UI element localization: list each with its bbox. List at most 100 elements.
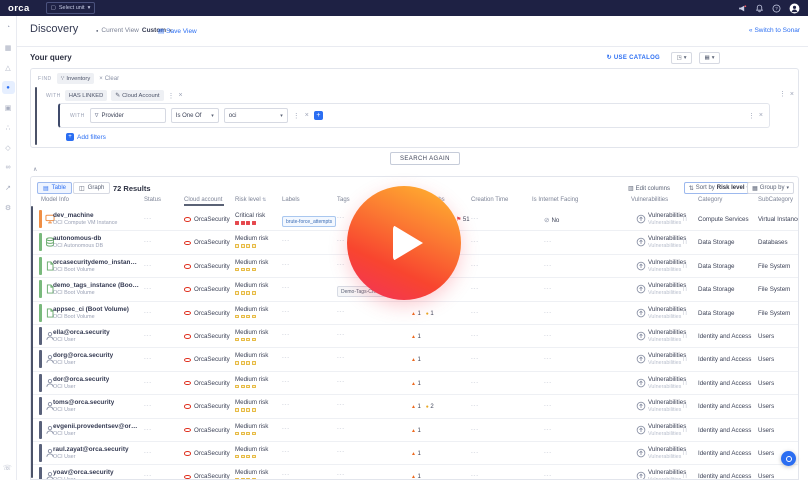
sidebar-item-attack-paths[interactable]: ∴ <box>2 121 15 134</box>
export-dropdown-button[interactable]: ◳ ▾ <box>671 52 692 64</box>
category-cell: Identity and Access <box>698 403 752 411</box>
table-row[interactable]: evgenii.provedentsev@orca.secur...OCI Us… <box>31 419 798 442</box>
video-play-button[interactable] <box>347 186 461 300</box>
more-options-icon[interactable]: ⋮ <box>293 112 300 120</box>
sidebar-item-assets[interactable]: ▦ <box>2 41 15 54</box>
sidebar-item-settings[interactable]: ⚙ <box>2 201 15 214</box>
tab-graph[interactable]: ◫ Graph <box>73 182 111 194</box>
risk-level-cell: Critical risk <box>235 212 265 225</box>
asset-model-info: raul.zayat@orca.security OCI User <box>53 445 129 460</box>
table-row[interactable]: ella@orca.security OCI User --- OrcaSecur… <box>31 325 798 349</box>
table-row[interactable]: raul.zayat@orca.security OCI User --- Orc… <box>31 442 798 466</box>
risk-level-cell: Medium risk <box>235 235 268 248</box>
vulnerabilities-cell: VulnerabilitiesVulnerabilities <box>648 399 687 414</box>
column-header-creation-time[interactable]: Creation Time <box>471 197 508 203</box>
table-row[interactable]: toms@orca.security OCI User --- OrcaSecur… <box>31 395 798 419</box>
value-select[interactable]: oci ▾ <box>223 108 288 123</box>
graph-icon: ◫ <box>79 185 85 192</box>
group-by-dropdown[interactable]: ▦ Group by ▾ <box>747 182 794 194</box>
help-icon[interactable]: ? <box>772 4 781 13</box>
filter-condition-row: WITH ∇ Provider Is One Of ▾ oci ▾ ⋮ × + … <box>58 103 770 128</box>
use-catalog-button[interactable]: ↻ USE CATALOG <box>606 54 660 62</box>
operator-select[interactable]: Is One Of ▾ <box>170 108 219 123</box>
vulnerabilities-icon <box>636 471 646 480</box>
tab-table[interactable]: ▤ Table <box>37 182 73 194</box>
outer-condition-controls: ⋮ × <box>779 90 794 99</box>
column-header-tags[interactable]: Tags <box>337 197 350 203</box>
support-icon[interactable]: ☏ <box>3 464 12 472</box>
column-header-labels[interactable]: Labels <box>282 197 300 203</box>
expand-icon[interactable]: ∷ <box>683 286 687 293</box>
layout-dropdown-button[interactable]: ▦ ▾ <box>699 52 720 64</box>
collapse-chevron-icon[interactable]: ∧ <box>33 166 37 173</box>
vulnerabilities-cell: VulnerabilitiesVulnerabilities <box>648 469 687 479</box>
expand-icon[interactable]: ∷ <box>683 263 687 270</box>
filter-field-input[interactable]: ∇ Provider <box>89 108 166 123</box>
table-row[interactable]: dor@orca.security OCI User --- OrcaSecuri… <box>31 372 798 396</box>
sidebar-item-compliance[interactable]: ◇ <box>2 141 15 154</box>
switch-to-sonar-link[interactable]: « Switch to Sonar <box>749 27 800 34</box>
user-avatar[interactable] <box>789 3 800 14</box>
risk-stripe <box>39 256 42 275</box>
column-header-status[interactable]: Status <box>144 197 161 203</box>
expand-icon[interactable]: ∷ <box>683 356 687 363</box>
sidebar-item-discovery[interactable]: ● <box>1 81 15 94</box>
columns-icon: ▥ <box>627 186 634 192</box>
table-scrollbar[interactable] <box>31 206 33 478</box>
expand-icon[interactable]: ∷ <box>683 239 687 246</box>
expand-icon[interactable]: ∷ <box>683 310 687 317</box>
svg-text:?: ? <box>775 6 778 11</box>
column-header-category[interactable]: Category <box>698 197 722 203</box>
sidebar-item-observations[interactable]: ∞ <box>2 161 15 174</box>
select-unit-dropdown[interactable]: ▢ Select unit ▾ <box>45 2 96 14</box>
expand-icon[interactable]: ∷ <box>683 473 687 479</box>
more-options-icon[interactable]: ⋮ <box>748 112 755 120</box>
save-view-button[interactable]: ▤ Save View <box>158 27 197 36</box>
sidebar-item-inventory[interactable]: ▣ <box>2 101 15 114</box>
expand-icon[interactable]: ∷ <box>683 450 687 457</box>
orca-logo: orca <box>8 2 30 14</box>
column-header-subcategory[interactable]: SubCategory <box>758 197 793 203</box>
expand-icon[interactable]: ∷ <box>683 216 687 223</box>
clear-button[interactable]: × Clear <box>99 76 119 82</box>
remove-condition-icon[interactable]: × <box>179 92 183 99</box>
table-row[interactable]: dorg@orca.security OCI User --- OrcaSecur… <box>31 348 798 372</box>
column-header-model-info[interactable]: Model Info <box>41 197 69 203</box>
query-scrollbar[interactable] <box>35 87 37 145</box>
column-header-cloud-account[interactable]: Cloud account <box>184 197 225 206</box>
expand-icon[interactable]: ∷ <box>683 427 687 434</box>
column-header-risk-level[interactable]: Risk level ⇅ <box>235 197 266 203</box>
internet-facing-cell: --- <box>544 309 552 316</box>
search-again-button[interactable]: SEARCH AGAIN <box>390 152 460 165</box>
has-linked-chip[interactable]: HAS LINKED <box>64 90 108 101</box>
close-icon[interactable]: × <box>790 91 794 98</box>
add-filters-button[interactable]: + Add filters <box>66 133 106 141</box>
table-row[interactable]: yoav@orca.securityOCI User --- OrcaSecur… <box>31 465 798 480</box>
vulnerabilities-icon <box>636 425 646 435</box>
column-header-is-internet-facing[interactable]: Is Internet Facing <box>532 197 578 203</box>
expand-icon[interactable]: ∷ <box>683 380 687 387</box>
add-condition-button[interactable]: + <box>313 111 323 120</box>
expand-icon[interactable]: ∷ <box>683 403 687 410</box>
edit-columns-button[interactable]: ▥ Edit columns <box>627 185 670 193</box>
inventory-chip[interactable]: ∵ Inventory <box>56 73 95 84</box>
labels-cell: --- <box>282 425 290 432</box>
chat-widget-button[interactable] <box>781 451 796 466</box>
table-row[interactable]: appsec_ci (Boot Volume) OCI Boot Volume -… <box>31 302 798 325</box>
close-icon[interactable]: × <box>759 112 763 119</box>
sort-by-dropdown[interactable]: ⇅ Sort by Risk level ▾ <box>683 182 754 194</box>
catalog-icon: ↻ <box>606 55 612 61</box>
expand-icon[interactable]: ∷ <box>683 333 687 340</box>
sidebar-item-reports[interactable]: ↗ <box>2 181 15 194</box>
sidebar-item-alerts[interactable]: △ <box>2 61 15 74</box>
remove-filter-icon[interactable]: × <box>305 112 309 119</box>
notifications-bell-icon[interactable] <box>755 4 764 13</box>
more-options-icon[interactable]: ⋮ <box>168 92 175 100</box>
announcements-icon[interactable] <box>738 4 747 13</box>
vulnerabilities-icon <box>636 354 646 364</box>
column-header-vulnerabilities[interactable]: Vulnerabilities <box>631 197 668 203</box>
oracle-logo-icon <box>184 380 191 386</box>
more-options-icon[interactable]: ⋮ <box>779 90 786 98</box>
cloud-account-chip[interactable]: ✎ Cloud Account <box>111 90 164 101</box>
sidebar-item-dashboard[interactable]: ◔ <box>2 21 15 34</box>
